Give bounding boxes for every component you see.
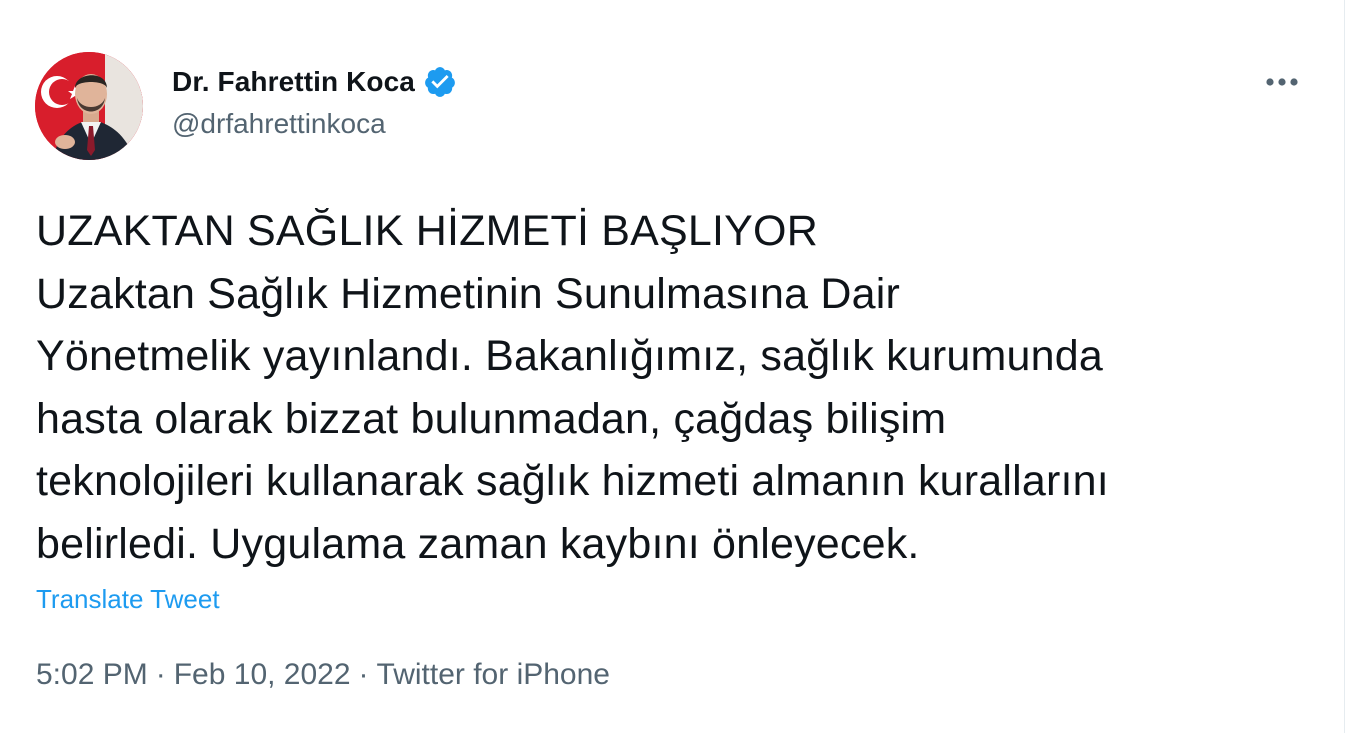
author-name[interactable]: Dr. Fahrettin Koca [172, 66, 415, 98]
tweet-text: UZAKTAN SAĞLIK HİZMETİ BAŞLIYOR Uzaktan … [36, 207, 1109, 568]
author-handle[interactable]: @drfahrettinkoca [172, 108, 386, 140]
tweet-source[interactable]: Twitter for iPhone [377, 658, 610, 692]
more-horizontal-icon [1266, 78, 1298, 86]
meta-separator: · [155, 658, 166, 691]
author-name-row: Dr. Fahrettin Koca [172, 62, 457, 102]
verified-badge-icon [423, 65, 457, 99]
meta-separator: · [358, 658, 369, 691]
tweet-time[interactable]: 5:02 PM [36, 658, 148, 692]
more-options-button[interactable] [1262, 62, 1302, 102]
avatar-photo-icon [35, 52, 143, 160]
translate-tweet-link[interactable]: Translate Tweet [36, 584, 220, 615]
tweet-metadata: 5:02 PM · Feb 10, 2022 · Twitter for iPh… [36, 658, 610, 692]
tweet-date[interactable]: Feb 10, 2022 [174, 658, 351, 692]
tweet-card: Dr. Fahrettin Koca @drfahrettinkoca UZAK… [0, 0, 1345, 733]
avatar[interactable] [35, 52, 143, 160]
